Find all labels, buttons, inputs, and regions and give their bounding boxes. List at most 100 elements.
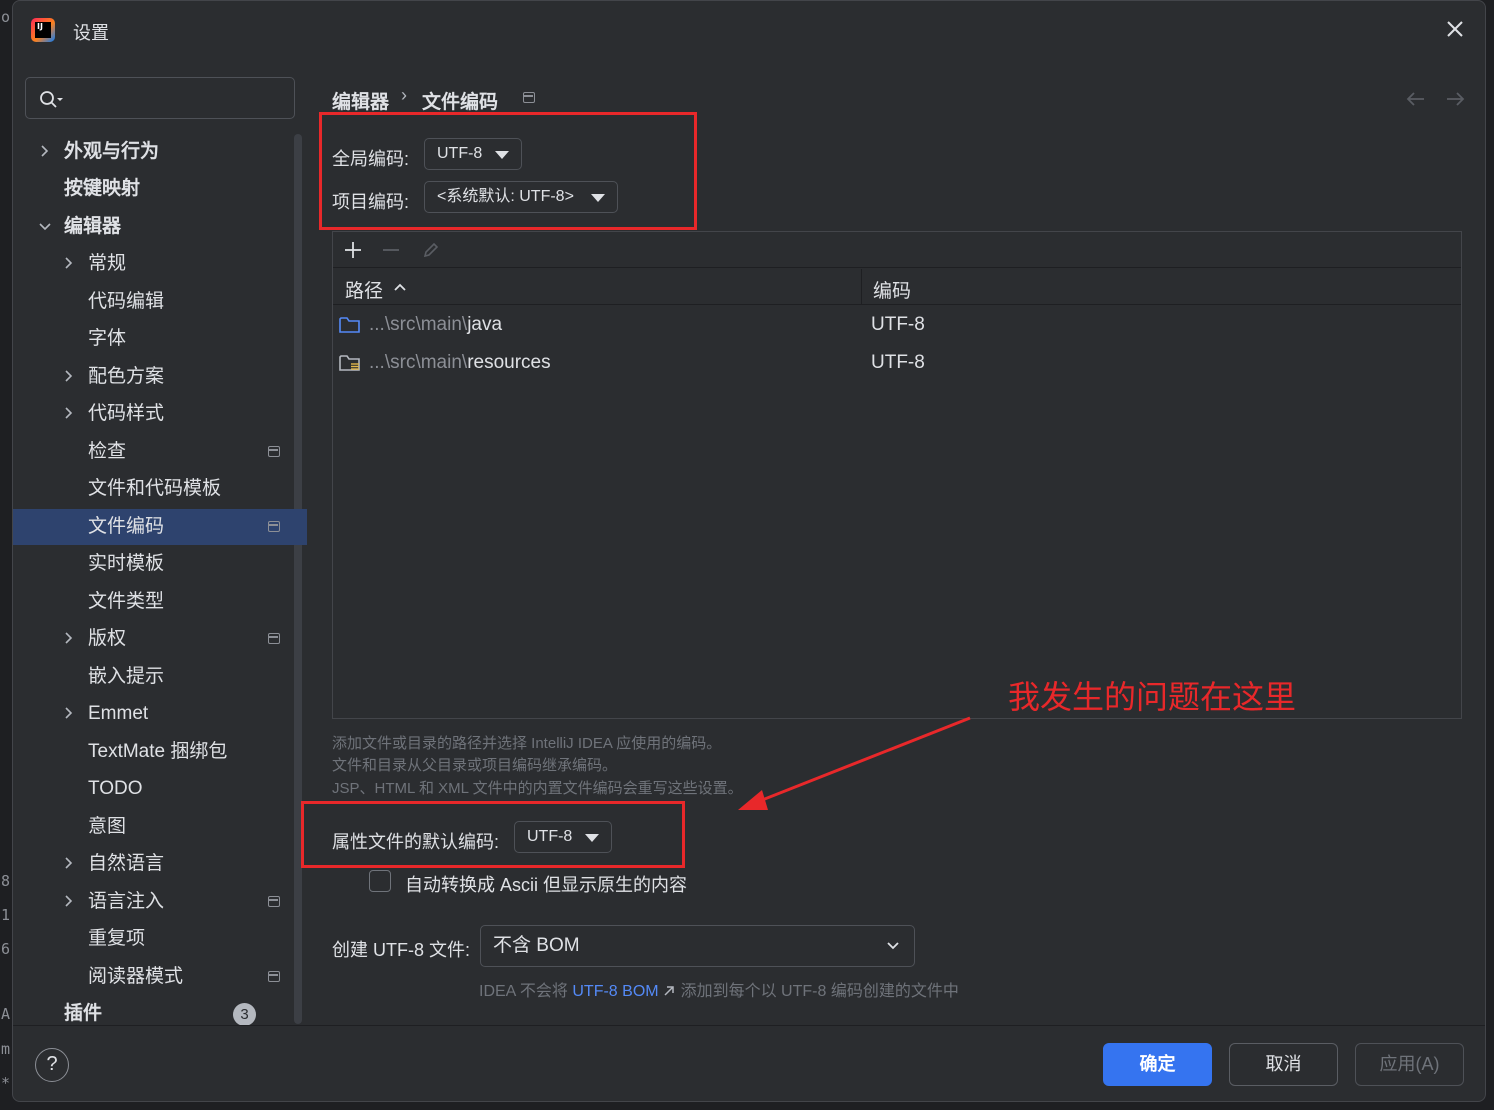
sidebar-item[interactable]: 字体: [13, 321, 307, 357]
sidebar-item[interactable]: 按键映射: [13, 171, 307, 207]
chevron-down-icon[interactable]: [38, 209, 52, 245]
breadcrumb-parent[interactable]: 编辑器: [332, 87, 389, 114]
project-level-icon: [523, 92, 535, 103]
intellij-logo-icon: IJ: [31, 18, 55, 42]
chevron-right-icon[interactable]: [62, 396, 76, 432]
sidebar-item[interactable]: 嵌入提示: [13, 659, 307, 695]
chevron-right-icon[interactable]: [62, 696, 76, 732]
search-input[interactable]: [25, 77, 295, 119]
remove-icon[interactable]: [381, 240, 401, 260]
folder-icon: [339, 317, 360, 333]
column-header-encoding[interactable]: 编码: [873, 276, 911, 303]
sidebar-item-label: 自然语言: [88, 853, 165, 874]
forward-arrow-icon[interactable]: [1444, 89, 1466, 109]
sidebar-item[interactable]: 常规: [13, 246, 307, 282]
chevron-right-icon[interactable]: [62, 246, 76, 282]
ascii-convert-checkbox[interactable]: [369, 870, 391, 892]
external-link-icon: [664, 986, 674, 996]
window-title: 设置: [73, 23, 109, 43]
project-level-icon: [268, 633, 280, 644]
cancel-button[interactable]: 取消: [1229, 1043, 1338, 1086]
table-toolbar: [333, 232, 1461, 268]
sidebar-item[interactable]: 自然语言: [13, 846, 307, 882]
settings-sidebar: 外观与行为按键映射编辑器常规代码编辑字体配色方案代码样式检查文件和代码模板文件编…: [13, 59, 307, 1026]
search-icon: [40, 91, 63, 108]
sidebar-item-label: 代码编辑: [88, 291, 165, 312]
sidebar-item[interactable]: 文件类型: [13, 584, 307, 620]
table-row[interactable]: ...\src\main\java UTF-8: [333, 306, 1461, 344]
sidebar-item-label: 意图: [88, 816, 127, 837]
sidebar-item[interactable]: TODO: [13, 771, 307, 807]
chevron-right-icon[interactable]: [62, 884, 76, 920]
sidebar-item[interactable]: 阅读器模式: [13, 959, 307, 995]
bom-select[interactable]: 不含 BOM: [480, 925, 915, 967]
sidebar-item-label: 字体: [88, 328, 127, 349]
hint-line: JSP、HTML 和 XML 文件中的内置文件编码会重写这些设置。: [332, 780, 743, 797]
encoding-cell[interactable]: UTF-8: [871, 314, 925, 336]
sidebar-item-label: 语言注入: [88, 891, 165, 912]
annotation-text: 我发生的问题在这里: [1008, 678, 1297, 716]
sidebar-item[interactable]: 语言注入: [13, 884, 307, 920]
hint-line: 文件和目录从父目录或项目编码继承编码。: [332, 757, 618, 774]
annotation-arrow-icon: [738, 716, 971, 810]
help-button[interactable]: ?: [35, 1048, 69, 1082]
edge-char: 6: [1, 940, 11, 958]
breadcrumb-separator: ›: [401, 85, 407, 105]
ascii-convert-label[interactable]: 自动转换成 Ascii 但显示原生的内容: [405, 871, 687, 897]
sidebar-item-label: 外观与行为: [64, 141, 160, 162]
sidebar-item[interactable]: 外观与行为: [13, 134, 307, 170]
sidebar-item[interactable]: 编辑器: [13, 209, 307, 245]
edge-char: *: [1, 1074, 11, 1092]
chevron-right-icon[interactable]: [38, 134, 52, 170]
project-level-icon: [268, 896, 280, 907]
path-name: resources: [467, 352, 551, 373]
bom-label: 创建 UTF-8 文件:: [332, 940, 470, 960]
sidebar-item[interactable]: TextMate 捆绑包: [13, 734, 307, 770]
sidebar-item[interactable]: Emmet: [13, 696, 307, 732]
sidebar-item[interactable]: 文件编码: [13, 509, 307, 545]
close-icon: [1447, 21, 1463, 37]
sidebar-item-label: 文件类型: [88, 591, 165, 612]
path-prefix: ...\src\main\: [369, 352, 468, 373]
back-arrow-icon[interactable]: [1405, 89, 1427, 109]
sidebar-item-label: 按键映射: [64, 178, 141, 199]
ok-button[interactable]: 确定: [1103, 1043, 1212, 1086]
sidebar-item[interactable]: 实时模板: [13, 546, 307, 582]
edit-pencil-icon[interactable]: [421, 240, 441, 260]
sidebar-item[interactable]: 版权: [13, 621, 307, 657]
dialog-footer: ? 确定 取消 应用(A): [13, 1025, 1485, 1101]
sidebar-item[interactable]: 意图: [13, 809, 307, 845]
sidebar-item[interactable]: 代码样式: [13, 396, 307, 432]
sidebar-item-label: 文件编码: [88, 516, 165, 537]
sidebar-item[interactable]: 文件和代码模板: [13, 471, 307, 507]
sidebar-item[interactable]: 配色方案: [13, 359, 307, 395]
table-row[interactable]: ...\src\main\resources UTF-8: [333, 344, 1461, 382]
path-cell: ...\src\main\resources: [369, 352, 551, 374]
path-encoding-table: 路径 编码 ...\src\main\java UTF-8 ...\src\main…: [332, 231, 1462, 719]
chevron-right-icon[interactable]: [62, 359, 76, 395]
apply-button[interactable]: 应用(A): [1355, 1043, 1464, 1086]
chevron-right-icon[interactable]: [62, 846, 76, 882]
add-icon[interactable]: [343, 240, 363, 260]
bom-note-suffix: 添加到每个以 UTF-8 编码创建的文件中: [680, 983, 959, 1000]
sidebar-item-label: 代码样式: [88, 403, 165, 424]
project-level-icon: [268, 446, 280, 457]
sidebar-item[interactable]: 重复项: [13, 921, 307, 957]
sidebar-item-label: 检查: [88, 441, 127, 462]
updates-count-badge: 3: [233, 1003, 256, 1026]
path-name: java: [467, 314, 503, 335]
annotation-box-properties-encoding: [301, 801, 685, 868]
sidebar-item-label: 编辑器: [64, 216, 122, 237]
edge-char: 8: [1, 872, 11, 890]
column-header-path[interactable]: 路径: [345, 276, 383, 303]
utf8-bom-link[interactable]: UTF-8 BOM: [572, 983, 658, 1000]
edge-char: A: [1, 1005, 11, 1023]
sidebar-item[interactable]: 检查: [13, 434, 307, 470]
sidebar-item[interactable]: 代码编辑: [13, 284, 307, 320]
chevron-right-icon[interactable]: [62, 621, 76, 657]
resources-folder-icon: [339, 355, 360, 371]
bom-note: IDEA 不会将 UTF-8 BOM 添加到每个以 UTF-8 编码创建的文件中: [479, 977, 959, 1001]
encoding-cell[interactable]: UTF-8: [871, 352, 925, 374]
column-divider[interactable]: [861, 269, 862, 305]
close-button[interactable]: [1441, 15, 1469, 43]
